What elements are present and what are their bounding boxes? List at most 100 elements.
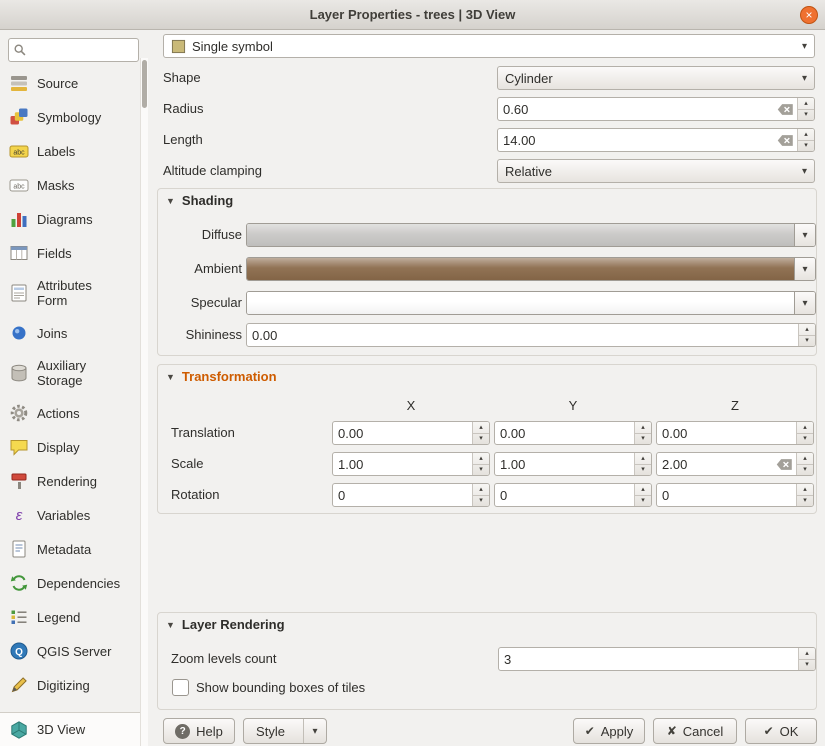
spin-down-icon[interactable]: ▾ bbox=[797, 465, 813, 476]
rotation-z-input[interactable] bbox=[657, 484, 796, 506]
clear-icon[interactable] bbox=[774, 129, 797, 151]
rendering-icon bbox=[8, 470, 30, 492]
labels-icon: abc bbox=[8, 140, 30, 162]
sidebar-item-actions[interactable]: Actions bbox=[0, 396, 140, 430]
sidebar-scrollbar[interactable] bbox=[140, 58, 148, 746]
spin-up-icon[interactable]: ▴ bbox=[798, 129, 814, 141]
spin-up-icon[interactable]: ▴ bbox=[798, 98, 814, 110]
sidebar-item-qgis-server[interactable]: Q QGIS Server bbox=[0, 634, 140, 668]
length-input[interactable] bbox=[498, 129, 774, 151]
diffuse-color-button[interactable]: ▾ bbox=[246, 223, 816, 247]
sidebar-item-dependencies[interactable]: Dependencies bbox=[0, 566, 140, 600]
rotation-z-field: ▴▾ bbox=[656, 483, 814, 507]
collapse-triangle-icon: ▼ bbox=[166, 372, 175, 382]
sidebar-item-legend[interactable]: Legend bbox=[0, 600, 140, 634]
show-bounding-boxes-checkbox[interactable] bbox=[172, 679, 189, 696]
transformation-group-title[interactable]: ▼ Transformation bbox=[166, 369, 277, 384]
translation-label: Translation bbox=[171, 421, 235, 445]
sidebar-item-3d-view[interactable]: 3D View bbox=[0, 712, 140, 746]
spin-down-icon[interactable]: ▾ bbox=[798, 110, 814, 121]
spin-down-icon[interactable]: ▾ bbox=[799, 660, 815, 671]
rotation-x-input[interactable] bbox=[333, 484, 472, 506]
translation-y-field: ▴▾ bbox=[494, 421, 652, 445]
sidebar-item-masks[interactable]: abc Masks bbox=[0, 168, 140, 202]
rotation-x-field: ▴▾ bbox=[332, 483, 490, 507]
dependencies-icon bbox=[8, 572, 30, 594]
cancel-button[interactable]: ✘ Cancel bbox=[653, 718, 737, 744]
translation-y-input[interactable] bbox=[495, 422, 634, 444]
scale-z-input[interactable] bbox=[657, 453, 773, 475]
search-input[interactable] bbox=[30, 42, 134, 59]
sidebar-item-metadata[interactable]: Metadata bbox=[0, 532, 140, 566]
translation-z-input[interactable] bbox=[657, 422, 796, 444]
spin-up-icon[interactable]: ▴ bbox=[635, 484, 651, 496]
spin-up-icon[interactable]: ▴ bbox=[473, 484, 489, 496]
spin-down-icon[interactable]: ▾ bbox=[635, 465, 651, 476]
spin-down-icon[interactable]: ▾ bbox=[798, 141, 814, 152]
sidebar-item-display[interactable]: Display bbox=[0, 430, 140, 464]
sidebar-item-joins[interactable]: Joins bbox=[0, 316, 140, 350]
rotation-y-input[interactable] bbox=[495, 484, 634, 506]
spin-up-icon[interactable]: ▴ bbox=[473, 453, 489, 465]
cancel-button-label: Cancel bbox=[683, 724, 723, 739]
spin-down-icon[interactable]: ▾ bbox=[473, 434, 489, 445]
auxiliary-storage-icon bbox=[8, 362, 30, 384]
layer-rendering-group-title[interactable]: ▼ Layer Rendering bbox=[166, 617, 285, 632]
translation-x-input[interactable] bbox=[333, 422, 472, 444]
spin-up-icon[interactable]: ▴ bbox=[473, 422, 489, 434]
scrollbar-handle[interactable] bbox=[142, 60, 147, 108]
style-dropdown-arrow[interactable]: ▾ bbox=[303, 719, 326, 743]
sidebar-item-digitizing[interactable]: Digitizing bbox=[0, 668, 140, 702]
masks-icon: abc bbox=[8, 174, 30, 196]
sidebar-item-diagrams[interactable]: Diagrams bbox=[0, 202, 140, 236]
spin-up-icon[interactable]: ▴ bbox=[799, 324, 815, 336]
ok-button[interactable]: ✔ OK bbox=[745, 718, 817, 744]
spin-down-icon[interactable]: ▾ bbox=[797, 434, 813, 445]
style-button[interactable]: Style ▾ bbox=[243, 718, 327, 744]
radius-input[interactable] bbox=[498, 98, 774, 120]
scale-x-input[interactable] bbox=[333, 453, 472, 475]
attributes-form-icon bbox=[8, 282, 30, 304]
altitude-clamping-combo[interactable]: Relative ▾ bbox=[497, 159, 815, 183]
show-bounding-boxes-label[interactable]: Show bounding boxes of tiles bbox=[196, 676, 365, 700]
spin-down-icon[interactable]: ▾ bbox=[797, 496, 813, 507]
titlebar[interactable]: Layer Properties - trees | 3D View × bbox=[0, 0, 825, 30]
spin-down-icon[interactable]: ▾ bbox=[635, 434, 651, 445]
specular-color-button[interactable]: ▾ bbox=[246, 291, 816, 315]
shape-combo[interactable]: Cylinder ▾ bbox=[497, 66, 815, 90]
symbol-type-combo[interactable]: Single symbol ▾ bbox=[163, 34, 815, 58]
spin-down-icon[interactable]: ▾ bbox=[799, 336, 815, 347]
help-button[interactable]: ? Help bbox=[163, 718, 235, 744]
radius-label: Radius bbox=[163, 97, 203, 121]
ambient-color-button[interactable]: ▾ bbox=[246, 257, 816, 281]
clear-icon[interactable] bbox=[774, 98, 797, 120]
scale-y-input[interactable] bbox=[495, 453, 634, 475]
style-button-label[interactable]: Style bbox=[244, 719, 297, 743]
zoom-levels-input[interactable] bbox=[499, 648, 798, 670]
shading-group-title[interactable]: ▼ Shading bbox=[166, 193, 233, 208]
sidebar-item-fields[interactable]: Fields bbox=[0, 236, 140, 270]
spin-up-icon[interactable]: ▴ bbox=[797, 484, 813, 496]
sidebar-item-variables[interactable]: ε Variables bbox=[0, 498, 140, 532]
sidebar-item-auxiliary-storage[interactable]: Auxiliary Storage bbox=[0, 350, 140, 396]
spin-up-icon[interactable]: ▴ bbox=[797, 422, 813, 434]
close-icon[interactable]: × bbox=[800, 6, 818, 24]
sidebar-item-attributes-form[interactable]: Attributes Form bbox=[0, 270, 140, 316]
spin-down-icon[interactable]: ▾ bbox=[635, 496, 651, 507]
spin-down-icon[interactable]: ▾ bbox=[473, 496, 489, 507]
sidebar-item-labels[interactable]: abc Labels bbox=[0, 134, 140, 168]
spin-up-icon[interactable]: ▴ bbox=[797, 453, 813, 465]
spin-up-icon[interactable]: ▴ bbox=[799, 648, 815, 660]
sidebar-item-source[interactable]: Source bbox=[0, 66, 140, 100]
clear-icon[interactable] bbox=[773, 453, 796, 475]
spin-down-icon[interactable]: ▾ bbox=[473, 465, 489, 476]
apply-button[interactable]: ✔ Apply bbox=[573, 718, 645, 744]
sidebar-item-rendering[interactable]: Rendering bbox=[0, 464, 140, 498]
sidebar-item-label: Variables bbox=[37, 508, 90, 523]
sidebar-item-label: Auxiliary Storage bbox=[37, 358, 115, 388]
spinner: ▴▾ bbox=[796, 422, 813, 444]
spin-up-icon[interactable]: ▴ bbox=[635, 453, 651, 465]
sidebar-item-symbology[interactable]: Symbology bbox=[0, 100, 140, 134]
shininess-input[interactable] bbox=[247, 324, 798, 346]
spin-up-icon[interactable]: ▴ bbox=[635, 422, 651, 434]
